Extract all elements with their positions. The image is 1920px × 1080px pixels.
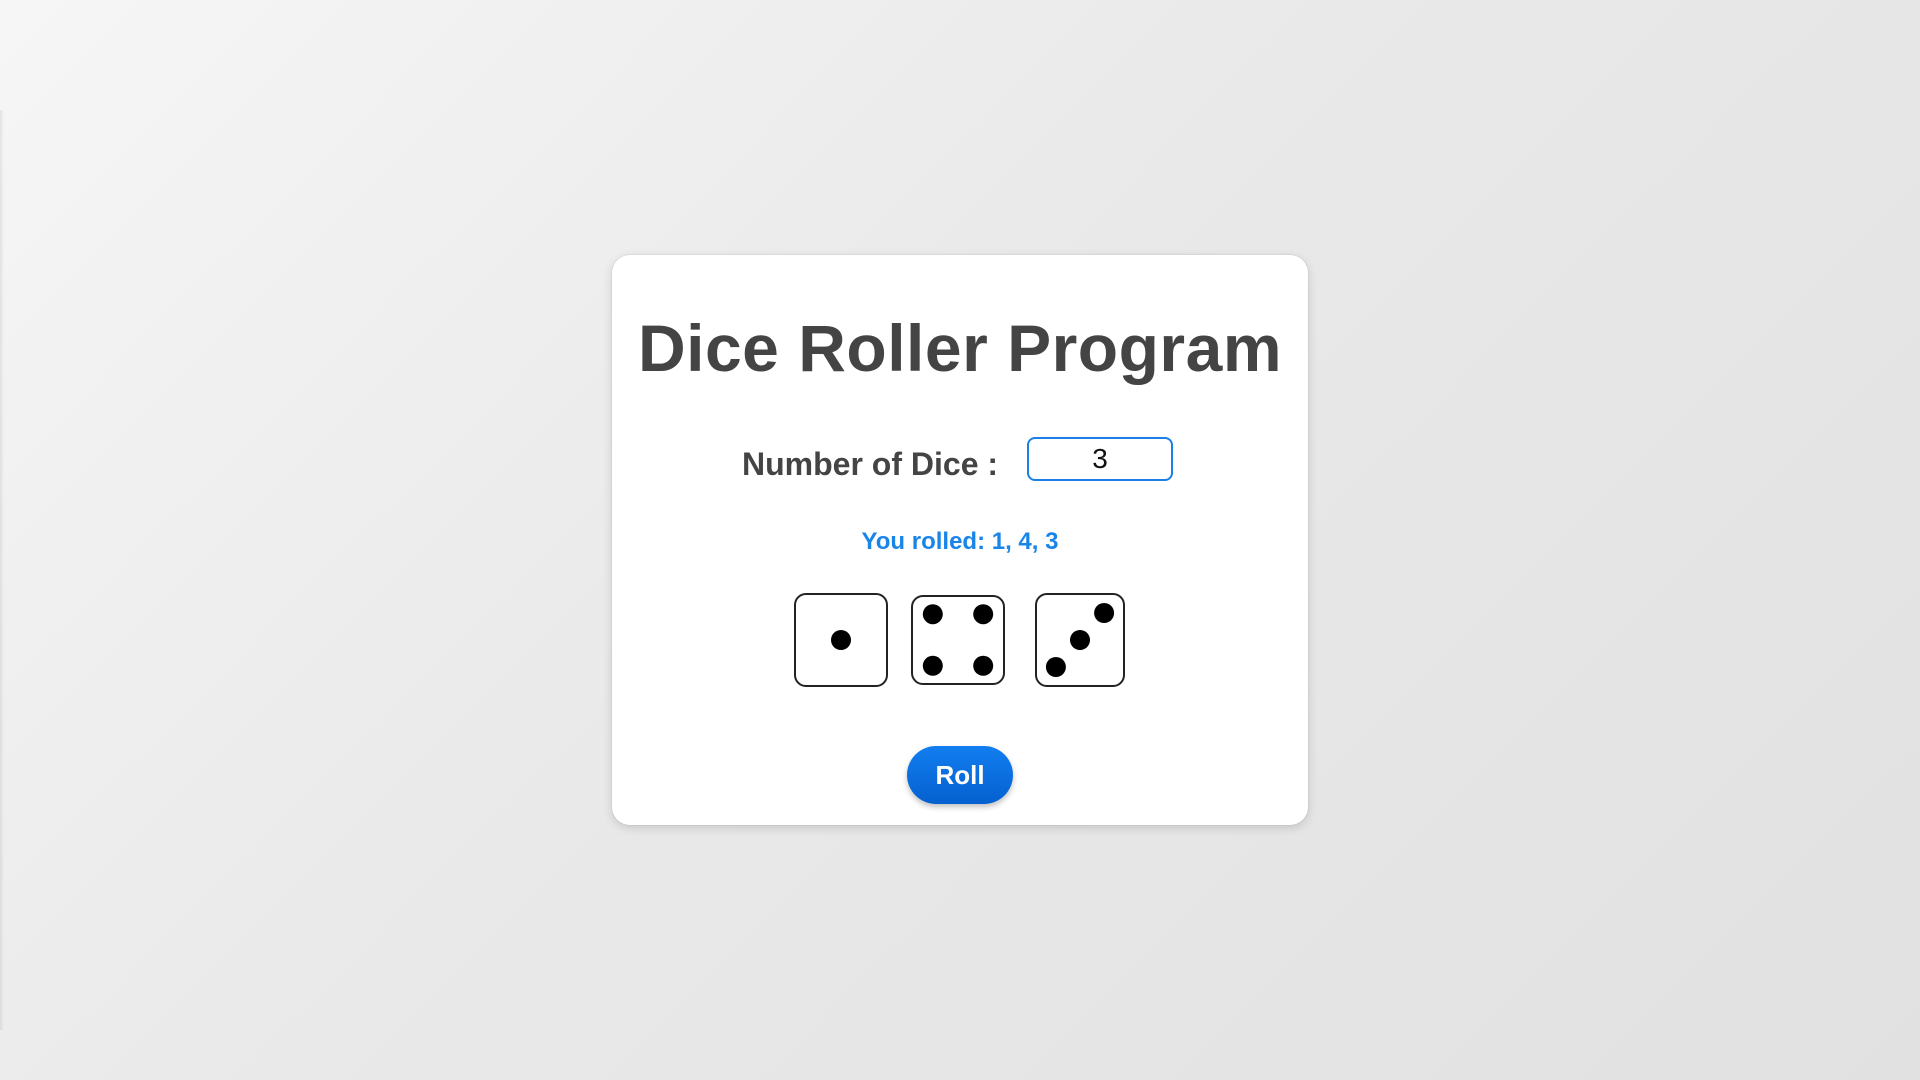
page-title: Dice Roller Program — [637, 311, 1283, 385]
dice-count-label: Number of Dice : — [742, 446, 999, 482]
die-pips — [1045, 603, 1115, 677]
die-face — [794, 593, 888, 687]
die-pip — [1094, 603, 1115, 623]
die-face — [1035, 593, 1125, 687]
die-pip — [1045, 657, 1066, 677]
die-pips — [922, 604, 994, 676]
die-pip — [922, 655, 943, 676]
die-face — [911, 595, 1005, 685]
roll-button[interactable]: Roll — [907, 746, 1013, 804]
dice-roller-card: Dice Roller Program Number of Dice : You… — [612, 255, 1308, 825]
die-pip — [973, 655, 994, 676]
die-pip — [973, 604, 994, 625]
die-pips — [831, 630, 851, 650]
window-edge-shadow — [0, 110, 4, 1030]
dice-count-input[interactable] — [1027, 437, 1173, 481]
roll-result-text: You rolled: 1, 4, 3 — [861, 528, 1059, 555]
die-pip — [831, 630, 851, 650]
dice-count-row: Number of Dice : — [612, 436, 1308, 484]
die-pip — [922, 604, 943, 625]
die-pip — [1070, 630, 1090, 650]
